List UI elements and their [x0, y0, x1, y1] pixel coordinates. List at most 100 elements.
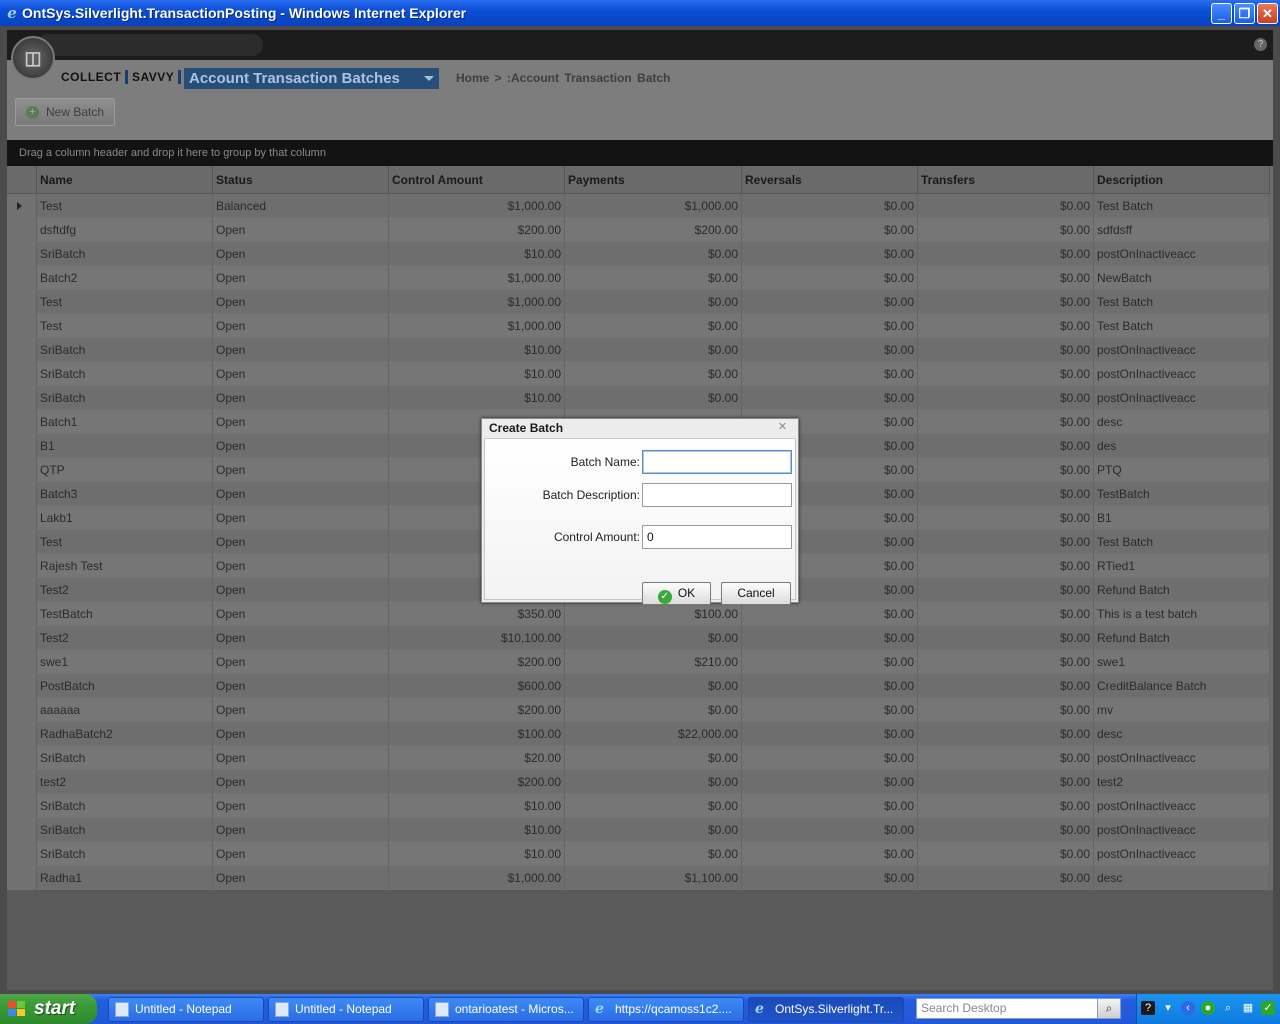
row-indicator[interactable] [7, 554, 37, 578]
table-row[interactable]: Batch2 Open $1,000.00 $0.00 $0.00 $0.00 NewBat… [7, 266, 1270, 290]
row-indicator[interactable] [7, 506, 37, 530]
group-by-panel[interactable]: Drag a column header and drop it here to… [7, 140, 1273, 166]
batch-name-input[interactable] [642, 450, 792, 474]
search-desktop-input[interactable]: Search Desktop [916, 998, 1098, 1019]
column-header-status[interactable]: Status [213, 166, 389, 194]
table-row[interactable]: SriBatch Open $10.00 $0.00 $0.00 $0.00 postOnI… [7, 818, 1270, 842]
search-tray-icon[interactable]: ⌕ [1221, 1001, 1235, 1015]
table-row[interactable]: SriBatch Open $10.00 $0.00 $0.00 $0.00 postOnI… [7, 842, 1270, 866]
table-row[interactable]: TestBatch Open $350.00 $100.00 $0.00 $0.00 Thi… [7, 602, 1270, 626]
cell-transfers: $0.00 [918, 866, 1094, 890]
breadcrumb[interactable]: Home > :Account Transaction Batch [456, 71, 670, 85]
close-icon[interactable]: ✕ [777, 422, 788, 433]
row-indicator[interactable] [7, 746, 37, 770]
row-indicator[interactable] [7, 434, 37, 458]
start-button[interactable]: start [0, 994, 97, 1024]
cell-description: desc [1094, 722, 1270, 746]
grid-tray-icon[interactable]: ▦ [1241, 1001, 1255, 1015]
table-row[interactable]: SriBatch Open $10.00 $0.00 $0.00 $0.00 postOnI… [7, 338, 1270, 362]
row-indicator[interactable] [7, 866, 37, 890]
app-logo-icon[interactable]: ◫ [11, 36, 55, 80]
search-icon[interactable]: ⌕ [1097, 998, 1121, 1019]
row-indicator[interactable] [7, 794, 37, 818]
new-batch-button[interactable]: + New Batch [15, 98, 115, 126]
row-indicator[interactable] [7, 290, 37, 314]
table-row[interactable]: SriBatch Open $10.00 $0.00 $0.00 $0.00 postOnI… [7, 794, 1270, 818]
row-indicator[interactable] [7, 362, 37, 386]
row-indicator[interactable] [7, 266, 37, 290]
table-row[interactable]: aaaaaa Open $200.00 $0.00 $0.00 $0.00 mv [7, 698, 1270, 722]
taskbar-button[interactable]: Untitled - Notepad [268, 997, 424, 1022]
cell-reversals: $0.00 [742, 266, 918, 290]
messenger-icon[interactable]: ● [1201, 1001, 1215, 1015]
row-indicator[interactable] [7, 338, 37, 362]
close-button[interactable]: ✕ [1257, 3, 1278, 24]
row-indicator[interactable] [7, 842, 37, 866]
cell-status: Open [213, 362, 389, 386]
taskbar-button[interactable]: Untitled - Notepad [108, 997, 264, 1022]
back-arrow-icon[interactable]: ‹ [1181, 1001, 1195, 1015]
table-row[interactable]: Test Open $1,000.00 $0.00 $0.00 $0.00 Test Bat… [7, 314, 1270, 338]
ie-icon: e [755, 1001, 764, 1017]
row-indicator[interactable] [7, 602, 37, 626]
network-icon[interactable]: ▾ [1161, 1001, 1175, 1015]
table-row[interactable]: Test2 Open $10,100.00 $0.00 $0.00 $0.00 Refund… [7, 626, 1270, 650]
row-indicator[interactable] [7, 530, 37, 554]
taskbar-button-label: ontarioatest - Micros... [455, 1002, 574, 1016]
table-row[interactable]: SriBatch Open $20.00 $0.00 $0.00 $0.00 postOnI… [7, 746, 1270, 770]
batch-description-input[interactable] [642, 483, 792, 507]
taskbar-button[interactable]: e OntSys.Silverlight.Tr... [748, 997, 904, 1022]
row-indicator[interactable] [7, 626, 37, 650]
table-row[interactable]: PostBatch Open $600.00 $0.00 $0.00 $0.00 Credi… [7, 674, 1270, 698]
cancel-button[interactable]: Cancel [721, 582, 791, 605]
cell-control-amount: $200.00 [389, 650, 565, 674]
cell-description: CreditBalance Batch [1094, 674, 1270, 698]
table-row[interactable]: Test Balanced $1,000.00 $1,000.00 $0.00 $0.00… [7, 194, 1270, 218]
row-indicator[interactable] [7, 410, 37, 434]
row-indicator[interactable] [7, 722, 37, 746]
row-indicator[interactable] [7, 818, 37, 842]
security-shield-icon[interactable]: ✓ [1261, 1001, 1275, 1015]
table-row[interactable]: Test Open $1,000.00 $0.00 $0.00 $0.00 Test Bat… [7, 290, 1270, 314]
cell-status: Open [213, 794, 389, 818]
cell-payments: $200.00 [565, 218, 742, 242]
table-row[interactable]: Radha1 Open $1,000.00 $1,100.00 $0.00 $0.00 de… [7, 866, 1270, 890]
help-tray-icon[interactable]: ? [1141, 1001, 1155, 1015]
table-row[interactable]: SriBatch Open $10.00 $0.00 $0.00 $0.00 postOnI… [7, 362, 1270, 386]
row-indicator[interactable] [7, 218, 37, 242]
help-icon[interactable]: ? [1254, 38, 1267, 51]
maximize-button[interactable]: ❐ [1234, 3, 1255, 24]
control-amount-input[interactable] [642, 525, 792, 549]
ok-button[interactable]: ✓ OK [642, 582, 711, 605]
column-header-description[interactable]: Description [1094, 166, 1270, 194]
row-indicator[interactable] [7, 482, 37, 506]
row-indicator[interactable] [7, 194, 37, 218]
table-row[interactable]: RadhaBatch2 Open $100.00 $22,000.00 $0.00 $0.… [7, 722, 1270, 746]
row-indicator[interactable] [7, 578, 37, 602]
column-header-control-amount[interactable]: Control Amount [389, 166, 565, 194]
table-row[interactable]: SriBatch Open $10.00 $0.00 $0.00 $0.00 postOnI… [7, 242, 1270, 266]
row-indicator[interactable] [7, 698, 37, 722]
row-indicator[interactable] [7, 242, 37, 266]
column-header-transfers[interactable]: Transfers [918, 166, 1094, 194]
row-indicator[interactable] [7, 386, 37, 410]
row-indicator[interactable] [7, 314, 37, 338]
row-indicator[interactable] [7, 650, 37, 674]
table-row[interactable]: swe1 Open $200.00 $210.00 $0.00 $0.00 swe1 [7, 650, 1270, 674]
table-row[interactable]: SriBatch Open $10.00 $0.00 $0.00 $0.00 postOnI… [7, 386, 1270, 410]
taskbar-button[interactable]: ontarioatest - Micros... [428, 997, 584, 1022]
taskbar-button[interactable]: e https://qcamoss1c2.... [588, 997, 744, 1022]
row-indicator[interactable] [7, 458, 37, 482]
table-row[interactable]: dsftdfg Open $200.00 $200.00 $0.00 $0.00 sdfds… [7, 218, 1270, 242]
cell-control-amount: $10,100.00 [389, 626, 565, 650]
column-header-payments[interactable]: Payments [565, 166, 742, 194]
row-indicator[interactable] [7, 770, 37, 794]
minimize-button[interactable]: _ [1211, 3, 1232, 24]
row-indicator[interactable] [7, 674, 37, 698]
column-header-name[interactable]: Name [37, 166, 213, 194]
cell-control-amount: $1,000.00 [389, 194, 565, 218]
column-header-reversals[interactable]: Reversals [742, 166, 918, 194]
module-menu-dropdown[interactable]: Account Transaction Batches [184, 68, 439, 89]
window-titlebar[interactable]: e OntSys.Silverlight.TransactionPosting … [0, 0, 1280, 26]
table-row[interactable]: test2 Open $200.00 $0.00 $0.00 $0.00 test2 [7, 770, 1270, 794]
